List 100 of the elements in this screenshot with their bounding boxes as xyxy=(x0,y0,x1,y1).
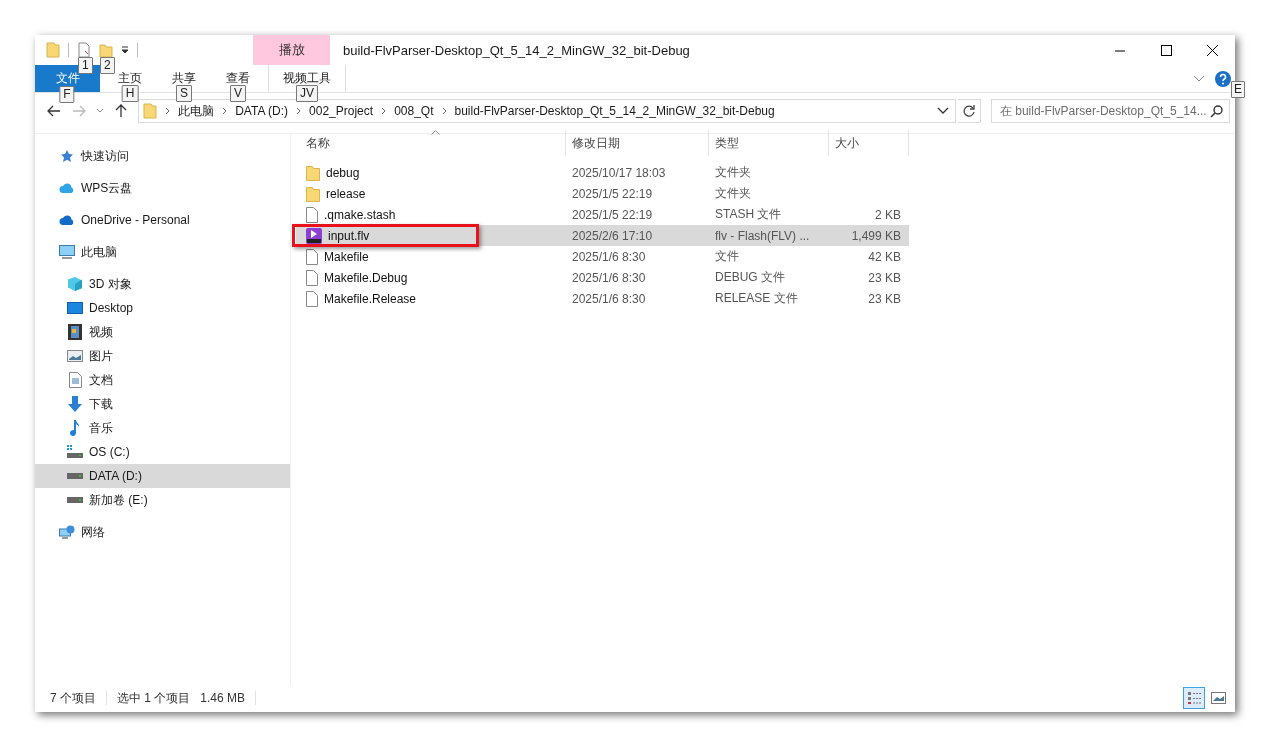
file-row[interactable]: input.flv 2025/2/6 17:10 flv - Flash(FLV) ... 1,499 KB xyxy=(296,225,909,246)
picture-icon xyxy=(1210,692,1226,704)
modified-date: 2025/10/17 18:03 xyxy=(572,165,666,180)
new-folder-icon[interactable] xyxy=(99,42,113,58)
file-type: STASH 文件 xyxy=(715,207,782,221)
address-bar[interactable]: 此电脑 DATA (D:) 002_Project 008_Qt build-FlvParser-Desktop_Qt_5_14_2_MinGW_32_bit-Debug xyxy=(138,99,957,123)
column-header[interactable]: 大小 xyxy=(829,130,909,156)
file-type: flv - Flash(FLV) ... xyxy=(715,228,810,243)
file-name: release xyxy=(326,186,366,201)
sidebar-item[interactable]: 此电脑 xyxy=(35,240,290,264)
modified-date: 2025/1/6 8:30 xyxy=(572,291,646,306)
file-size: 42 KB xyxy=(868,249,901,264)
sidebar-item[interactable]: OneDrive - Personal xyxy=(35,208,290,232)
chevron-icon[interactable] xyxy=(165,107,172,115)
file-row[interactable]: release 2025/1/5 22:19 文件夹 xyxy=(296,183,909,204)
keytip: H xyxy=(121,85,139,102)
chevron-icon[interactable] xyxy=(381,107,388,115)
sidebar-item[interactable]: Desktop xyxy=(35,296,290,320)
folder-icon xyxy=(143,103,158,119)
file-name: debug xyxy=(326,165,360,180)
chevron-icon[interactable] xyxy=(296,107,303,115)
back-arrow-icon xyxy=(47,105,62,117)
network-icon xyxy=(59,525,75,539)
dropdown-icon[interactable] xyxy=(121,46,129,54)
video-file-icon xyxy=(306,227,322,244)
file-icon xyxy=(306,248,318,265)
properties-icon[interactable] xyxy=(77,42,91,58)
sidebar-item[interactable]: 视频 xyxy=(35,320,290,344)
modified-date: 2025/1/6 8:30 xyxy=(572,249,646,264)
breadcrumb[interactable]: 此电脑 xyxy=(178,102,215,120)
keytip: S xyxy=(176,85,192,102)
column-header[interactable]: 修改日期 xyxy=(566,130,709,156)
picture-icon xyxy=(67,350,83,362)
keytip: JV xyxy=(296,85,318,102)
file-size: 1,499 KB xyxy=(851,228,901,243)
music-note-icon xyxy=(70,420,80,436)
maximize-icon xyxy=(1160,44,1172,56)
file-icon xyxy=(306,290,318,307)
chevron-icon[interactable] xyxy=(441,107,448,115)
search-icon xyxy=(1210,104,1223,118)
column-header[interactable]: 名称 xyxy=(296,130,566,156)
file-size: 23 KB xyxy=(868,270,901,285)
folder-icon xyxy=(306,164,320,181)
breadcrumb[interactable]: build-FlvParser-Desktop_Qt_5_14_2_MinGW_32_bit-Debug xyxy=(454,104,775,118)
file-row[interactable]: .qmake.stash 2025/1/5 22:19 STASH 文件 2 KB xyxy=(296,204,909,225)
window-title: build-FlvParser-Desktop_Qt_5_14_2_MinGW_32_bit-Debug xyxy=(343,42,690,58)
file-row[interactable]: Makefile 2025/1/6 8:30 文件 42 KB xyxy=(296,246,909,267)
keytip: E xyxy=(1231,81,1245,98)
sidebar-item[interactable]: 文档 xyxy=(35,368,290,392)
caret-icon xyxy=(95,108,104,114)
item-count: 7 个项目 xyxy=(50,689,96,707)
sidebar-item[interactable]: OS (C:) xyxy=(35,440,290,464)
file-name: Makefile xyxy=(324,249,369,264)
sidebar-item[interactable]: 下载 xyxy=(35,392,290,416)
search-field[interactable]: 在 build-FlvParser-Desktop_Qt_5_14... xyxy=(990,99,1230,123)
breadcrumb[interactable]: 002_Project xyxy=(309,104,374,118)
folder-icon xyxy=(306,185,320,202)
help-icon[interactable] xyxy=(1215,70,1231,87)
refresh-button[interactable] xyxy=(958,99,981,123)
computer-icon xyxy=(59,245,75,259)
chevron-icon[interactable] xyxy=(222,107,229,115)
keytip: F xyxy=(59,86,75,103)
file-name: input.flv xyxy=(328,228,370,243)
file-type: DEBUG 文件 xyxy=(715,270,785,284)
file-icon xyxy=(306,269,318,286)
breadcrumb[interactable]: DATA (D:) xyxy=(235,104,289,118)
dropdown-icon[interactable] xyxy=(937,107,950,115)
modified-date: 2025/2/6 17:10 xyxy=(572,228,653,243)
file-row[interactable]: debug 2025/10/17 18:03 文件夹 xyxy=(296,162,909,183)
sidebar-item[interactable]: 网络 xyxy=(35,520,290,544)
sidebar-item[interactable]: WPS云盘 xyxy=(35,176,290,200)
sidebar-item[interactable]: 图片 xyxy=(35,344,290,368)
breadcrumb[interactable]: 008_Qt xyxy=(394,104,434,118)
chevron-icon[interactable] xyxy=(1193,74,1205,83)
sidebar-item[interactable]: 快速访问 xyxy=(35,144,290,168)
file-name: .qmake.stash xyxy=(324,207,396,222)
details-list-icon xyxy=(1187,691,1201,705)
column-header[interactable]: 类型 xyxy=(709,130,829,156)
file-name: Makefile.Release xyxy=(324,291,417,306)
sidebar-item[interactable]: 新加卷 (E:) xyxy=(35,488,290,512)
cube-icon xyxy=(67,276,83,292)
close-icon xyxy=(1206,44,1218,56)
selection-size: 1.46 MB xyxy=(200,691,246,705)
file-row[interactable]: Makefile.Debug 2025/1/6 8:30 DEBUG 文件 23 KB xyxy=(296,267,909,288)
drive-icon xyxy=(67,497,83,503)
forward-arrow-icon xyxy=(72,105,87,117)
cloud-icon xyxy=(59,182,75,194)
windows-drive-icon xyxy=(67,445,83,459)
file-row[interactable]: Makefile.Release 2025/1/6 8:30 RELEASE 文件 23 KB xyxy=(296,288,909,309)
modified-date: 2025/1/6 8:30 xyxy=(572,270,646,285)
sidebar-item[interactable]: DATA (D:) xyxy=(35,464,290,488)
details-view-button[interactable] xyxy=(1183,687,1205,709)
selection-count: 选中 1 个项目 xyxy=(117,689,191,707)
cloud-icon xyxy=(59,214,75,226)
file-type: RELEASE 文件 xyxy=(715,291,798,305)
download-arrow-icon xyxy=(67,396,83,412)
sidebar-item[interactable]: 音乐 xyxy=(35,416,290,440)
keytip: 1 xyxy=(78,57,93,74)
contextual-tab-header: 播放 xyxy=(253,35,330,65)
sidebar-item[interactable]: 3D 对象 xyxy=(35,272,290,296)
